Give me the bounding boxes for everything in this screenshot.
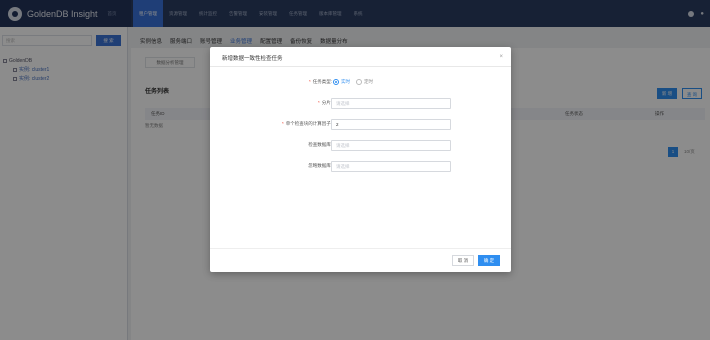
factor-input[interactable]: 2: [331, 119, 451, 130]
radio-realtime[interactable]: 实时: [333, 79, 350, 85]
task-type-radio-group: 实时 定时: [333, 79, 373, 85]
skip-db-select[interactable]: 请选择: [331, 161, 451, 172]
factor-label: * 单个检查块的计算因子:: [281, 121, 332, 126]
shard-label: * 分片:: [317, 100, 332, 105]
check-db-select[interactable]: 请选择: [331, 140, 451, 151]
skip-db-field: 忽略数据库: 请选择: [210, 161, 511, 172]
check-db-field: 检查数据库: 请选择: [210, 140, 511, 151]
confirm-button[interactable]: 确 定: [478, 255, 500, 266]
skip-db-label: 忽略数据库:: [308, 163, 332, 168]
radio-unchecked-icon[interactable]: [356, 79, 362, 85]
radio-scheduled[interactable]: 定时: [356, 79, 373, 85]
dialog-header: 新增数据一致性检查任务 ×: [210, 47, 511, 67]
check-db-label: 检查数据库:: [308, 142, 332, 147]
factor-field: * 单个检查块的计算因子: 2: [210, 119, 511, 130]
task-type-label: * 任务类型:: [308, 79, 332, 84]
shard-field: * 分片: 请选择: [210, 98, 511, 109]
dialog-title: 新增数据一致性检查任务: [222, 56, 283, 62]
radio-checked-icon[interactable]: [333, 79, 339, 85]
radio-label: 实时: [341, 79, 350, 84]
close-icon[interactable]: ×: [499, 54, 503, 60]
radio-label: 定时: [364, 79, 373, 84]
new-task-dialog: 新增数据一致性检查任务 × * 任务类型: 实时 定时 * 分片: 请选择 * 单个检…: [210, 47, 511, 272]
cancel-button[interactable]: 取 消: [452, 255, 474, 266]
shard-select[interactable]: 请选择: [331, 98, 451, 109]
task-type-field: * 任务类型: 实时 定时: [210, 77, 511, 88]
dialog-footer-divider: [210, 248, 511, 249]
